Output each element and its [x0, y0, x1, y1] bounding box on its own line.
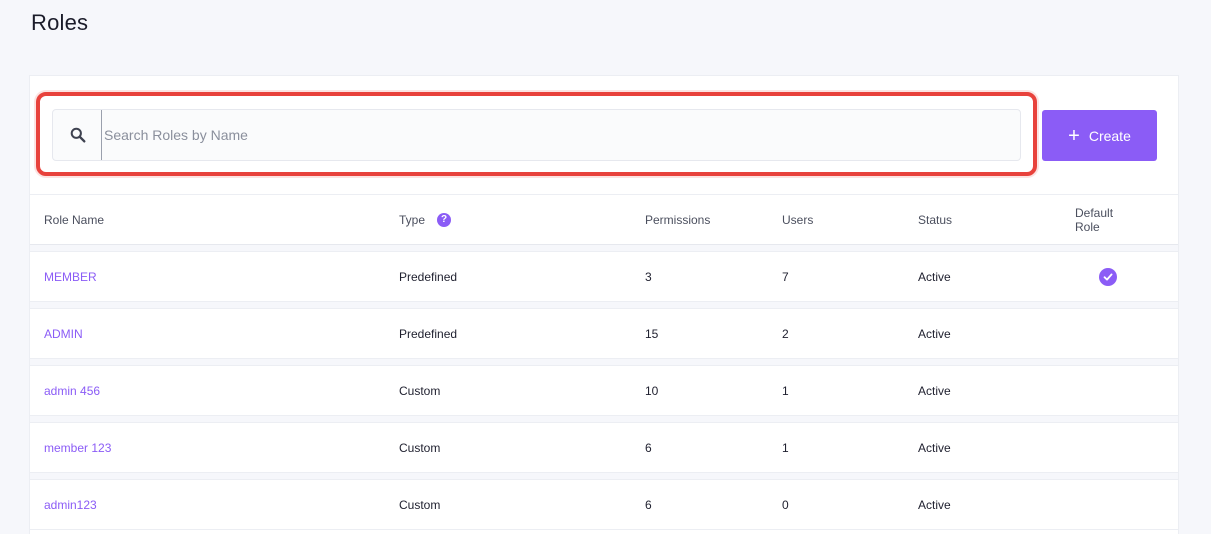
role-type: Predefined	[399, 326, 458, 341]
table-body: MEMBER Predefined 3 7 Active ADMIN Prede…	[30, 245, 1178, 530]
default-role-cell	[1075, 309, 1140, 358]
page-title: Roles	[31, 10, 89, 35]
search-input[interactable]	[101, 110, 1020, 160]
table-row[interactable]: member 123 Custom 6 1 Active	[30, 422, 1178, 473]
create-label: Create	[1088, 127, 1131, 144]
role-users: 0	[782, 497, 789, 512]
column-header-default-role: Default Role	[1075, 205, 1114, 234]
role-status: Active	[918, 440, 951, 455]
role-name-link[interactable]: admin 456	[44, 366, 100, 415]
table-row[interactable]: ADMIN Predefined 15 2 Active	[30, 308, 1178, 359]
role-permissions: 15	[645, 326, 659, 341]
role-status: Active	[918, 326, 951, 341]
role-permissions: 6	[645, 497, 652, 512]
table-row[interactable]: admin 456 Custom 10 1 Active	[30, 365, 1178, 416]
table-header: Role Name Type ? Permissions Users Statu…	[30, 194, 1178, 245]
role-status: Active	[918, 383, 951, 398]
column-header-permissions[interactable]: Permissions	[645, 195, 710, 244]
check-circle-icon	[1098, 267, 1117, 286]
role-type: Custom	[399, 383, 441, 398]
plus-icon: +	[1068, 124, 1080, 147]
table-row[interactable]: MEMBER Predefined 3 7 Active	[30, 251, 1178, 302]
role-users: 7	[782, 269, 789, 284]
default-role-cell	[1075, 480, 1140, 529]
column-header-status[interactable]: Status	[918, 195, 952, 244]
role-permissions: 3	[645, 269, 652, 284]
role-name-link[interactable]: admin123	[44, 480, 97, 529]
column-header-users[interactable]: Users	[782, 195, 813, 244]
role-type: Custom	[399, 440, 441, 455]
role-status: Active	[918, 269, 951, 284]
toolbar: + Create	[30, 76, 1178, 194]
roles-card: + Create Role Name Type ? Permissions Us…	[29, 75, 1179, 534]
search-icon	[55, 127, 101, 143]
role-permissions: 6	[645, 440, 652, 455]
default-role-cell	[1075, 252, 1140, 301]
role-type: Predefined	[399, 269, 458, 284]
create-button[interactable]: + Create	[1042, 110, 1157, 161]
column-header-role-name[interactable]: Role Name	[44, 195, 104, 244]
default-role-cell	[1075, 366, 1140, 415]
role-name-link[interactable]: MEMBER	[44, 252, 97, 301]
role-permissions: 10	[645, 383, 659, 398]
role-users: 1	[782, 383, 789, 398]
role-users: 1	[782, 440, 789, 455]
role-name-link[interactable]: ADMIN	[44, 309, 83, 358]
column-header-type: Type ?	[399, 195, 452, 244]
role-status: Active	[918, 497, 951, 512]
role-name-link[interactable]: member 123	[44, 423, 111, 472]
roles-page: Roles + Create Role Name Type	[0, 0, 1211, 534]
column-header-type-label: Type	[399, 212, 426, 227]
search-box[interactable]	[52, 109, 1021, 161]
help-icon[interactable]: ?	[437, 212, 452, 227]
role-type: Custom	[399, 497, 441, 512]
default-role-cell	[1075, 423, 1140, 472]
role-users: 2	[782, 326, 789, 341]
table-row[interactable]: admin123 Custom 6 0 Active	[30, 479, 1178, 530]
